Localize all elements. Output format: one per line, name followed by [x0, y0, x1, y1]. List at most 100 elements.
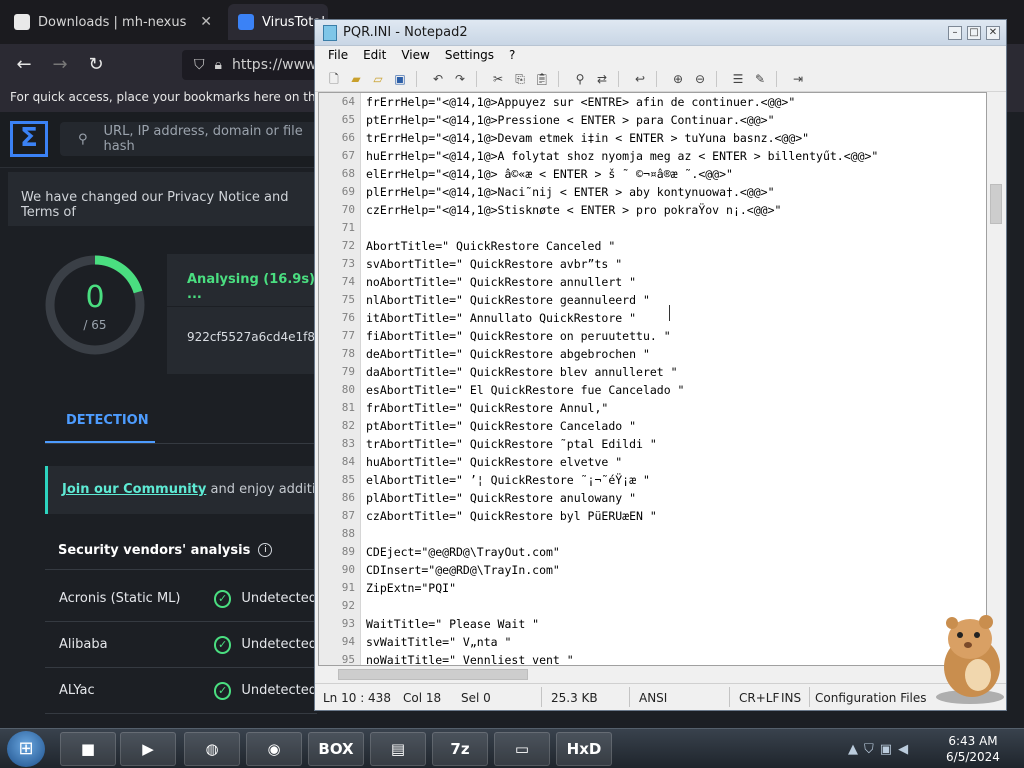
- toolbar-separator: [416, 70, 422, 87]
- taskbar-app-media-player[interactable]: ▶: [120, 732, 176, 766]
- code-line[interactable]: 74 noAbortTitle=" QuickRestore annullert …: [319, 273, 986, 291]
- horizontal-scroll-thumb[interactable]: [338, 669, 528, 680]
- code-line[interactable]: 64 frErrHelp="<@14,1@>Appuyez sur <ENTRE>…: [319, 93, 986, 111]
- status-scheme[interactable]: Configuration Files: [815, 691, 927, 705]
- code-line[interactable]: 67 huErrHelp="<@14,1@>A folytat shoz nyom…: [319, 147, 986, 165]
- tray-network-icon[interactable]: ▣: [880, 742, 892, 757]
- code-line[interactable]: 79 daAbortTitle=" QuickRestore blev annul…: [319, 363, 986, 381]
- scheme-icon[interactable]: ☰: [729, 70, 747, 88]
- start-button[interactable]: ⊞: [7, 731, 45, 767]
- tray-shield-icon[interactable]: ⛉: [864, 742, 874, 757]
- code-line[interactable]: 85 elAbortTitle=" ’¦ QuickRestore ˜¡¬˜éŸ¡…: [319, 471, 986, 489]
- code-line[interactable]: 80 esAbortTitle=" El QuickRestore fue Can…: [319, 381, 986, 399]
- virustotal-logo-icon[interactable]: Σ: [10, 121, 48, 157]
- clock[interactable]: 6:43 AM 6/5/2024: [934, 733, 1012, 765]
- taskbar-app-sandbox[interactable]: BOX: [308, 732, 364, 766]
- code-line[interactable]: 65 ptErrHelp="<@14,1@>Pressione < ENTER >…: [319, 111, 986, 129]
- line-number: 69: [341, 185, 355, 198]
- join-community-link[interactable]: Join our Community: [62, 482, 206, 497]
- open-folder-icon[interactable]: ▰: [347, 70, 365, 88]
- vendor-status: Undetected: [241, 637, 317, 652]
- taskbar-app-explorer[interactable]: ▤: [370, 732, 426, 766]
- code-line[interactable]: 84 huAbortTitle=" QuickRestore elvetve ": [319, 453, 986, 471]
- taskbar-app-globe[interactable]: ◍: [184, 732, 240, 766]
- status-encoding[interactable]: ANSI: [639, 691, 667, 705]
- cut-icon[interactable]: ✂: [489, 70, 507, 88]
- save-icon[interactable]: ▣: [391, 70, 409, 88]
- taskbar-app-hxd[interactable]: HxD: [556, 732, 612, 766]
- find-icon[interactable]: ⚲: [571, 70, 589, 88]
- customize-scheme-icon[interactable]: ✎: [751, 70, 769, 88]
- tab-detection[interactable]: DETECTION: [66, 413, 149, 428]
- code-line[interactable]: 77 fiAbortTitle=" QuickRestore on peruute…: [319, 327, 986, 345]
- notepad2-titlebar[interactable]: PQR.INI - Notepad2 – □ ✕: [315, 20, 1006, 46]
- paste-icon[interactable]: 📋︎: [533, 70, 551, 88]
- exit-icon[interactable]: ⇥: [789, 70, 807, 88]
- tray-volume-icon[interactable]: ◀: [898, 742, 908, 757]
- status-line-endings[interactable]: CR+LF: [739, 691, 779, 705]
- code-line[interactable]: 72 AbortTitle=" QuickRestore Canceled ": [319, 237, 986, 255]
- vertical-scroll-thumb[interactable]: [990, 184, 1002, 224]
- minimize-icon[interactable]: –: [948, 26, 962, 40]
- redo-icon[interactable]: ↷: [451, 70, 469, 88]
- code-line[interactable]: 70 czErrHelp="<@14,1@>Stisknøte < ENTER >…: [319, 201, 986, 219]
- code-line[interactable]: 69 plErrHelp="<@14,1@>Naci˜nij < ENTER > …: [319, 183, 986, 201]
- tray-arrow-icon[interactable]: ▲: [848, 742, 858, 757]
- reload-icon[interactable]: ↻: [84, 53, 108, 77]
- menu-view[interactable]: View: [401, 48, 429, 66]
- code-line[interactable]: 66 trErrHelp="<@14,1@>Devam etmek i‡in < …: [319, 129, 986, 147]
- code-line[interactable]: 86 plAbortTitle=" QuickRestore anulowany …: [319, 489, 986, 507]
- check-circle-icon: ✓: [213, 681, 232, 700]
- browser-tab-downloads[interactable]: Downloads | mh-nexus ✕: [4, 4, 222, 40]
- code-line[interactable]: 76 itAbortTitle=" Annullato QuickRestore …: [319, 309, 986, 327]
- code-line[interactable]: 73 svAbortTitle=" QuickRestore avbr”ts ": [319, 255, 986, 273]
- code-line[interactable]: 87 czAbortTitle=" QuickRestore byl PüERUæ…: [319, 507, 986, 525]
- code-line[interactable]: 92: [319, 597, 986, 615]
- code-line[interactable]: 83 trAbortTitle=" QuickRestore ˜ptal Edil…: [319, 435, 986, 453]
- status-insert-mode[interactable]: INS: [781, 691, 801, 705]
- code-line[interactable]: 90 CDInsert="@e@RD@\TrayIn.com": [319, 561, 986, 579]
- menu-edit[interactable]: Edit: [363, 48, 386, 66]
- copy-icon[interactable]: ⎘: [511, 70, 529, 88]
- code-line[interactable]: 71: [319, 219, 986, 237]
- line-number: 75: [341, 293, 355, 306]
- back-arrow-icon[interactable]: ←: [12, 53, 36, 77]
- editor-area[interactable]: 64 frErrHelp="<@14,1@>Appuyez sur <ENTRE>…: [318, 92, 987, 666]
- close-tab-icon[interactable]: ✕: [200, 14, 212, 30]
- replace-icon[interactable]: ⇄: [593, 70, 611, 88]
- code-line[interactable]: 81 frAbortTitle=" QuickRestore Annul,": [319, 399, 986, 417]
- zoom-out-icon[interactable]: ⊖: [691, 70, 709, 88]
- engine-total: / 65: [83, 318, 107, 332]
- line-text: elErrHelp="<@14,1@> â©«æ < ENTER > š ˜ ©…: [366, 167, 733, 181]
- info-icon[interactable]: i: [258, 543, 273, 557]
- menu-settings[interactable]: Settings: [445, 48, 494, 66]
- code-line[interactable]: 75 nlAbortTitle=" QuickRestore geannuleer…: [319, 291, 986, 309]
- taskbar-app-notepad2[interactable]: ▭: [494, 732, 550, 766]
- word-wrap-icon[interactable]: ↩: [631, 70, 649, 88]
- undo-icon[interactable]: ↶: [429, 70, 447, 88]
- code-line[interactable]: 95 noWaitTitle=" Vennliest vent ": [319, 651, 986, 665]
- code-line[interactable]: 94 svWaitTitle=" V„nta ": [319, 633, 986, 651]
- close-icon[interactable]: ✕: [986, 26, 1000, 40]
- code-line[interactable]: 82 ptAbortTitle=" QuickRestore Cancelado …: [319, 417, 986, 435]
- code-line[interactable]: 91 ZipExtn="PQI": [319, 579, 986, 597]
- browser-tab-virustotal[interactable]: VirusTotal: [228, 4, 328, 40]
- forward-arrow-icon[interactable]: →: [48, 53, 72, 77]
- maximize-icon[interactable]: □: [967, 26, 981, 40]
- menu-help[interactable]: ?: [509, 48, 515, 66]
- taskbar-app-terminal[interactable]: ■: [60, 732, 116, 766]
- new-file-icon[interactable]: 🗋︎: [325, 70, 343, 88]
- menu-file[interactable]: File: [328, 48, 348, 66]
- taskbar-app-firefox[interactable]: ◉: [246, 732, 302, 766]
- code-line[interactable]: 68 elErrHelp="<@14,1@> â©«æ < ENTER > š ˜…: [319, 165, 986, 183]
- zoom-in-icon[interactable]: ⊕: [669, 70, 687, 88]
- vt-search-input[interactable]: ⚲ URL, IP address, domain or file hash: [60, 122, 330, 156]
- code-line[interactable]: 93 WaitTitle=" Please Wait ": [319, 615, 986, 633]
- vertical-scrollbar[interactable]: [987, 92, 1005, 666]
- code-line[interactable]: 88: [319, 525, 986, 543]
- code-line[interactable]: 78 deAbortTitle=" QuickRestore abgebroche…: [319, 345, 986, 363]
- taskbar-app-7zip[interactable]: 7z: [432, 732, 488, 766]
- browse-icon[interactable]: ▱: [369, 70, 387, 88]
- code-line[interactable]: 89 CDEject="@e@RD@\TrayOut.com": [319, 543, 986, 561]
- horizontal-scrollbar[interactable]: [318, 666, 987, 683]
